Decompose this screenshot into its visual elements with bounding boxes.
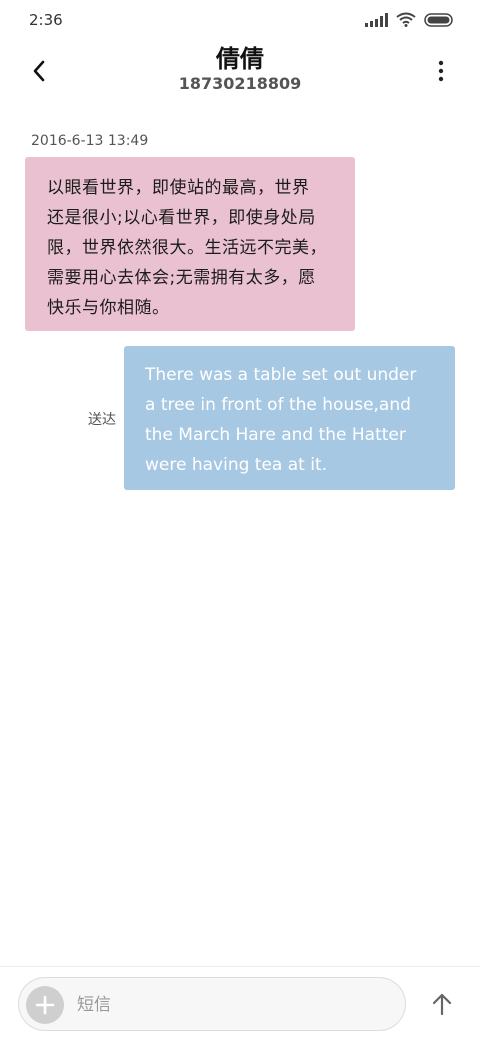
message-timestamp: 2016-6-13 13:49 [31,133,149,149]
status-icons [365,12,454,27]
plus-icon [35,995,55,1015]
incoming-message-line: 需要用心去体会;无需拥有太多，愿 [47,268,316,288]
message-composer [0,966,480,1040]
arrow-up-icon [432,993,452,1016]
message-input[interactable] [77,991,377,1019]
signal-icon [365,12,388,27]
outgoing-message-text: There was a table set out under a tree i… [145,360,439,480]
wifi-icon [396,12,416,27]
send-button[interactable] [426,987,458,1021]
incoming-message-line: 快乐与你相随。 [47,298,170,318]
conversation-header: 倩倩 18730218809 [0,40,480,102]
more-vertical-icon [438,60,444,82]
delivery-status: 送达 [88,412,116,428]
incoming-message-line: 限，世界依然很大。生活远不完美， [47,238,327,258]
incoming-message-bubble[interactable]: 以眼看世界，即使站的最高，世界 还是很小;以心看世界，即使身处局 限，世界依然很… [25,157,355,331]
outgoing-message-line: There was a table set out under [145,365,417,385]
contact-number: 18730218809 [178,74,302,93]
outgoing-message-line: were having tea at it. [145,455,328,475]
incoming-message-text: 以眼看世界，即使站的最高，世界 还是很小;以心看世界，即使身处局 限，世界依然很… [47,173,335,323]
outgoing-message-line: a tree in front of the house,and [145,395,411,415]
composer-input-container [18,977,406,1031]
incoming-message-line: 以眼看世界，即使站的最高，世界 [47,178,310,198]
outgoing-message-line: the March Hare and the Hatter [145,425,406,445]
messaging-screen: 2:36 倩倩 18730218809 2016-6-13 13:49 以眼看世… [0,0,480,1040]
contact-name: 倩倩 [216,45,264,73]
battery-icon [424,12,453,27]
status-bar: 2:36 [0,0,480,40]
status-time: 2:36 [29,11,63,29]
incoming-message-line: 还是很小;以心看世界，即使身处局 [47,208,316,228]
more-button[interactable] [424,54,458,88]
contact-title: 倩倩 18730218809 [0,44,480,94]
outgoing-message-bubble[interactable]: There was a table set out under a tree i… [124,346,455,490]
add-attachment-button[interactable] [26,986,64,1024]
